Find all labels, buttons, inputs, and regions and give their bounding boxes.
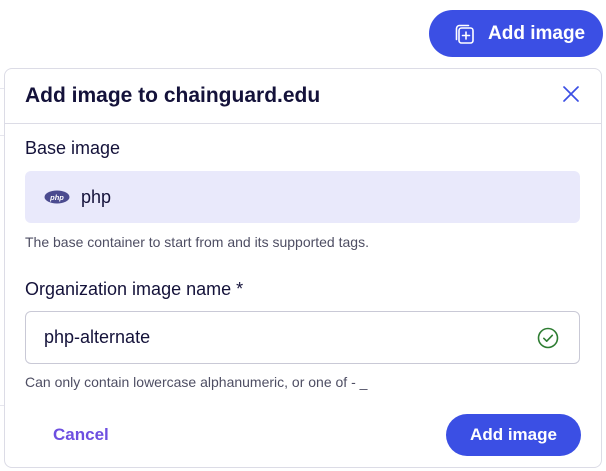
base-image-helper-text: The base container to start from and its… bbox=[25, 234, 369, 250]
close-icon bbox=[563, 86, 579, 102]
dialog-title: Add image to chainguard.edu bbox=[25, 84, 321, 107]
org-image-name-helper-text: Can only contain lowercase alphanumeric,… bbox=[25, 374, 368, 390]
check-circle-icon bbox=[537, 327, 559, 349]
add-image-dialog: Add image to chainguard.edu Base image p… bbox=[4, 68, 602, 468]
base-image-value: php bbox=[81, 186, 112, 207]
base-image-label: Base image bbox=[25, 138, 121, 158]
add-image-icon bbox=[452, 22, 476, 46]
org-image-name-label: Organization image name * bbox=[25, 279, 244, 299]
close-button[interactable] bbox=[561, 84, 581, 104]
base-image-select[interactable]: php php bbox=[25, 171, 580, 223]
add-image-button-label: Add image bbox=[488, 22, 586, 44]
php-logo: php bbox=[44, 190, 70, 204]
add-image-button[interactable]: Add image bbox=[429, 10, 603, 57]
page: Add image Add image to chainguard.edu Ba… bbox=[0, 0, 606, 471]
org-image-name-input[interactable] bbox=[44, 312, 524, 363]
cancel-button[interactable]: Cancel bbox=[53, 425, 109, 445]
dialog-header: Add image to chainguard.edu bbox=[5, 69, 601, 124]
submit-add-image-button[interactable]: Add image bbox=[446, 414, 581, 456]
org-image-name-field bbox=[25, 311, 580, 364]
svg-text:php: php bbox=[49, 193, 64, 202]
